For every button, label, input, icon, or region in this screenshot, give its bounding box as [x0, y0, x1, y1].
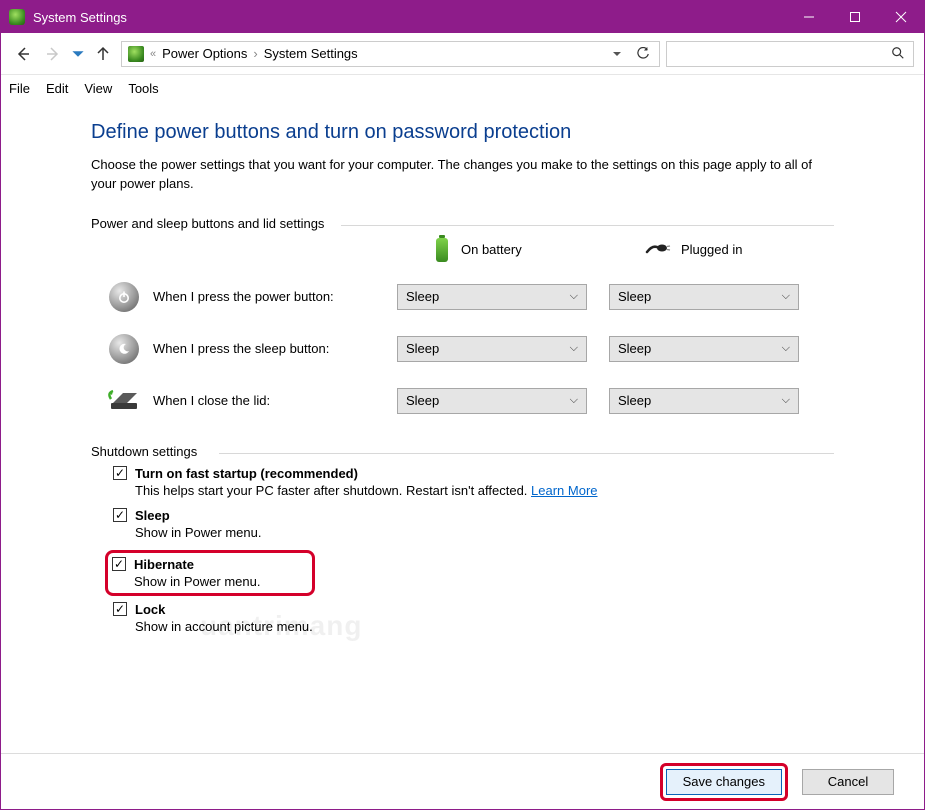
- lid-icon: [107, 384, 141, 418]
- breadcrumb-overflow-icon[interactable]: «: [150, 48, 156, 60]
- sleep-sub: Show in Power menu.: [113, 525, 834, 540]
- back-button[interactable]: [11, 42, 35, 66]
- window: System Settings « Power Options ›: [0, 0, 925, 810]
- chevron-down-icon: ⌵: [570, 290, 578, 303]
- sleep-item: ✓ Sleep Show in Power menu.: [91, 508, 834, 540]
- row-sleep-label: When I press the sleep button:: [153, 341, 329, 356]
- app-icon: [9, 9, 25, 25]
- titlebar: System Settings: [1, 1, 924, 33]
- minimize-button[interactable]: [786, 1, 832, 33]
- menu-edit[interactable]: Edit: [46, 81, 68, 96]
- window-title: System Settings: [33, 10, 127, 25]
- row-power-label: When I press the power button:: [153, 289, 334, 304]
- chevron-down-icon: ⌵: [570, 394, 578, 407]
- battery-icon: [433, 236, 451, 264]
- hibernate-sub: Show in Power menu.: [112, 574, 302, 589]
- address-dropdown[interactable]: [607, 42, 627, 66]
- search-box[interactable]: [666, 41, 914, 67]
- hibernate-checkbox[interactable]: ✓: [112, 557, 126, 571]
- sleep-button-plugged-combo[interactable]: Sleep ⌵: [609, 336, 799, 362]
- row-sleep-button: When I press the sleep button: Sleep ⌵ S…: [91, 332, 834, 366]
- footer: Save changes Cancel: [1, 753, 924, 809]
- hibernate-label: Hibernate: [134, 557, 194, 572]
- menubar: File Edit View Tools: [1, 75, 924, 101]
- chevron-down-icon: ⌵: [782, 342, 790, 355]
- fast-startup-item: ✓ Turn on fast startup (recommended) Thi…: [91, 466, 834, 498]
- page-description: Choose the power settings that you want …: [91, 156, 834, 194]
- maximize-button[interactable]: [832, 1, 878, 33]
- power-button-plugged-combo[interactable]: Sleep ⌵: [609, 284, 799, 310]
- col-battery-label: On battery: [461, 242, 522, 257]
- save-button[interactable]: Save changes: [666, 769, 782, 795]
- highlight-save: Save changes: [660, 763, 788, 801]
- refresh-button[interactable]: [633, 42, 653, 66]
- col-plugged-in: Plugged in: [609, 240, 819, 259]
- col-plugged-label: Plugged in: [681, 242, 742, 257]
- recent-dropdown[interactable]: [71, 42, 85, 66]
- lock-checkbox[interactable]: ✓: [113, 602, 127, 616]
- col-on-battery: On battery: [397, 236, 593, 264]
- cancel-button[interactable]: Cancel: [802, 769, 894, 795]
- group-divider: [341, 225, 834, 226]
- row-lid-label: When I close the lid:: [153, 393, 270, 408]
- learn-more-link[interactable]: Learn More: [531, 483, 597, 498]
- lock-label: Lock: [135, 602, 165, 617]
- row-power-button: When I press the power button: Sleep ⌵ S…: [91, 280, 834, 314]
- page-heading: Define power buttons and turn on passwor…: [91, 121, 834, 144]
- sleep-button-icon: [107, 332, 141, 366]
- shutdown-label: Shutdown settings: [91, 444, 834, 459]
- fast-startup-sub: This helps start your PC faster after sh…: [113, 483, 834, 498]
- menu-tools[interactable]: Tools: [128, 81, 158, 96]
- button-group-label: Power and sleep buttons and lid settings: [91, 216, 834, 231]
- sleep-label: Sleep: [135, 508, 170, 523]
- search-icon: [891, 46, 907, 62]
- address-bar[interactable]: « Power Options › System Settings: [121, 41, 660, 67]
- chevron-down-icon: ⌵: [570, 342, 578, 355]
- lock-item: ✓ Lock Show in account picture menu.: [91, 602, 834, 634]
- chevron-down-icon: ⌵: [782, 394, 790, 407]
- menu-file[interactable]: File: [9, 81, 30, 96]
- content: Define power buttons and turn on passwor…: [1, 101, 924, 753]
- navbar: « Power Options › System Settings: [1, 33, 924, 75]
- power-button-battery-combo[interactable]: Sleep ⌵: [397, 284, 587, 310]
- sleep-checkbox[interactable]: ✓: [113, 508, 127, 522]
- column-headers: On battery Plugged in: [91, 236, 834, 264]
- close-button[interactable]: [878, 1, 924, 33]
- breadcrumb-parent[interactable]: Power Options: [162, 46, 247, 61]
- forward-button[interactable]: [41, 42, 65, 66]
- power-button-icon: [107, 280, 141, 314]
- lid-plugged-combo[interactable]: Sleep ⌵: [609, 388, 799, 414]
- lock-sub: Show in account picture menu.: [113, 619, 834, 634]
- fast-startup-checkbox[interactable]: ✓: [113, 466, 127, 480]
- plug-icon: [645, 240, 671, 259]
- highlight-hibernate: ✓ Hibernate Show in Power menu.: [105, 550, 315, 596]
- shutdown-settings: Shutdown settings ✓ Turn on fast startup…: [91, 444, 834, 634]
- row-close-lid: When I close the lid: Sleep ⌵ Sleep ⌵: [91, 384, 834, 418]
- addr-icon: [128, 46, 144, 62]
- up-button[interactable]: [91, 42, 115, 66]
- lid-battery-combo[interactable]: Sleep ⌵: [397, 388, 587, 414]
- shutdown-divider: [219, 453, 834, 454]
- breadcrumb-current[interactable]: System Settings: [264, 46, 358, 61]
- fast-startup-label: Turn on fast startup (recommended): [135, 466, 358, 481]
- menu-view[interactable]: View: [84, 81, 112, 96]
- sleep-button-battery-combo[interactable]: Sleep ⌵: [397, 336, 587, 362]
- breadcrumb-sep-icon: ›: [253, 46, 257, 61]
- chevron-down-icon: ⌵: [782, 290, 790, 303]
